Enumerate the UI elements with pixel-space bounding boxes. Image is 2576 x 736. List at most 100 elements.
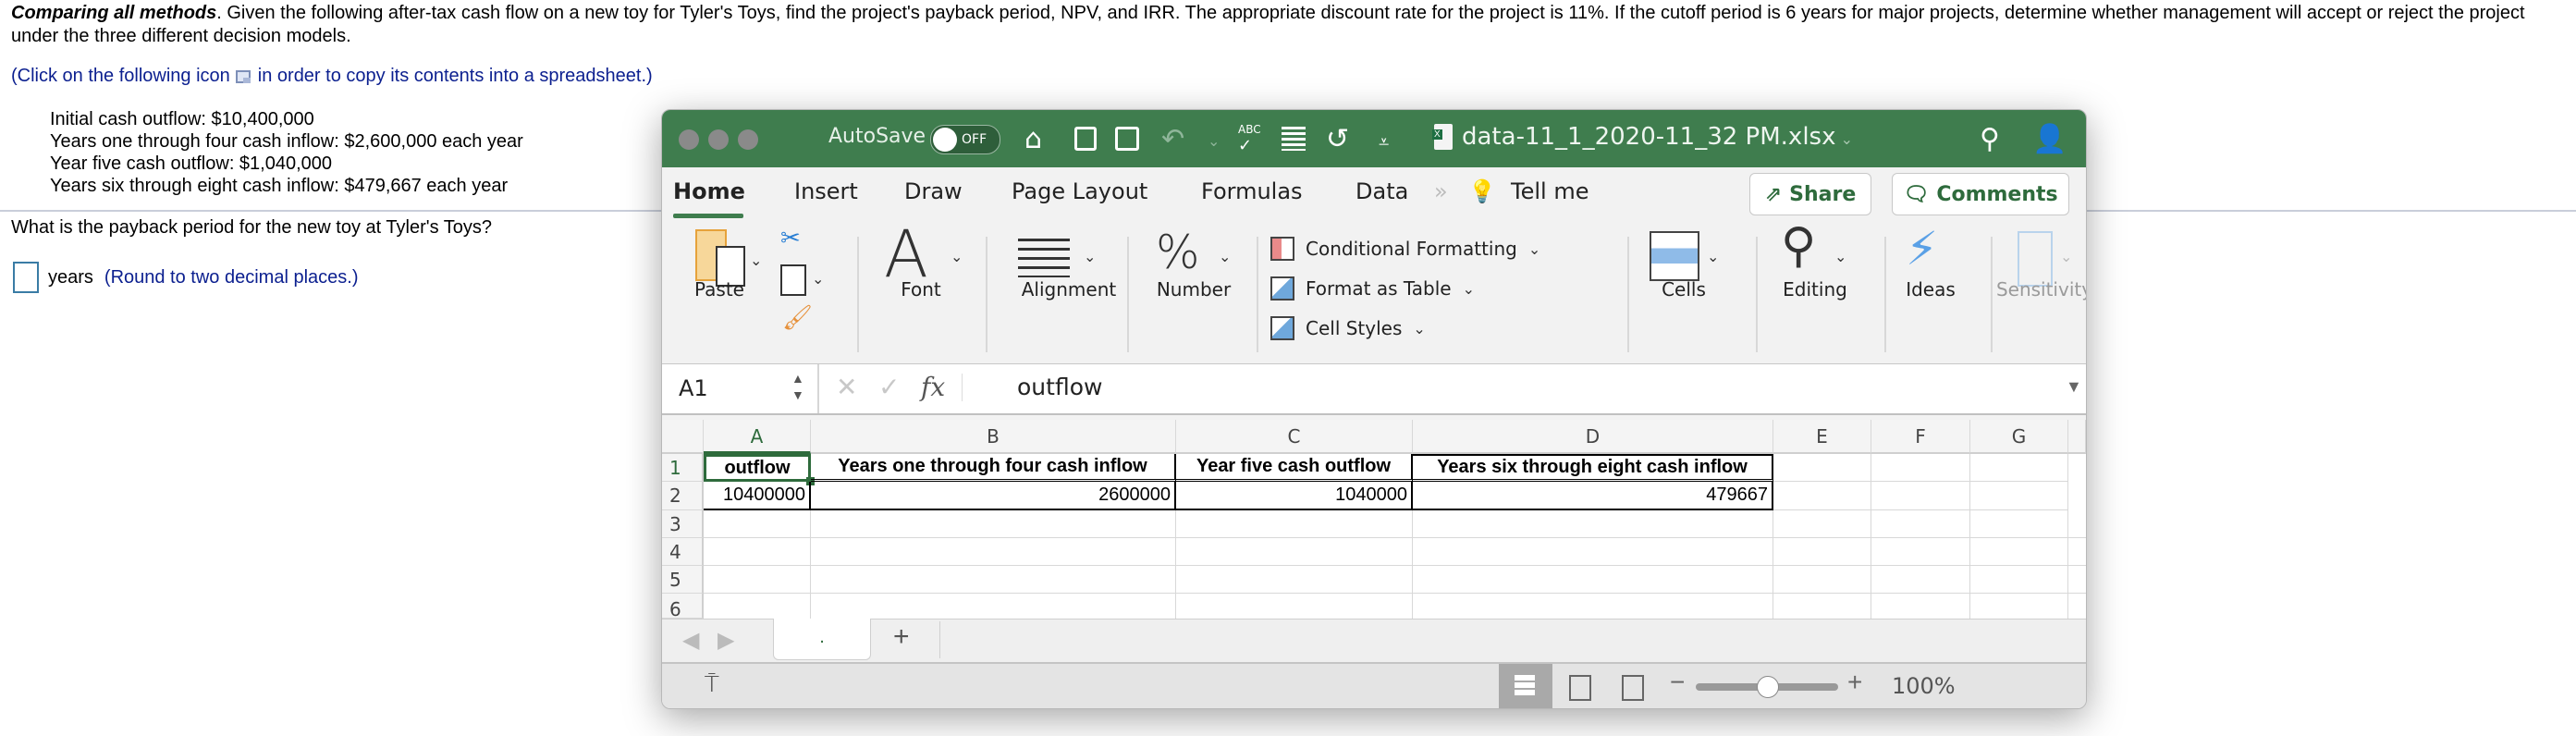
- cell-f1[interactable]: [1871, 454, 1970, 482]
- maximize-window-button[interactable]: [738, 129, 758, 150]
- tab-insert[interactable]: Insert: [794, 178, 858, 204]
- page-break-view-icon[interactable]: [1622, 675, 1644, 701]
- cell-d2[interactable]: 479667: [1413, 482, 1773, 510]
- tab-data[interactable]: Data: [1355, 178, 1408, 204]
- number-dropdown-icon[interactable]: ⌄: [1219, 248, 1231, 265]
- empty-cells-area[interactable]: [704, 510, 2086, 619]
- column-header-h[interactable]: [2068, 420, 2086, 454]
- function-icon[interactable]: fx: [921, 372, 945, 402]
- tab-formulas[interactable]: Formulas: [1201, 178, 1303, 204]
- redo-icon[interactable]: ↺: [1326, 123, 1349, 155]
- undo-icon[interactable]: ↶: [1161, 123, 1184, 155]
- close-window-button[interactable]: [679, 129, 699, 150]
- column-header-b[interactable]: B: [811, 420, 1176, 454]
- file-name[interactable]: data-11_1_2020-11_32 PM.xlsx ⌄: [1462, 123, 1853, 151]
- column-header-e[interactable]: E: [1773, 420, 1871, 454]
- ideas-label: Ideas: [1906, 278, 1956, 301]
- zoom-out-button[interactable]: −: [1670, 668, 1685, 697]
- paste-dropdown-icon[interactable]: ⌄: [750, 251, 762, 269]
- alignment-dropdown-icon[interactable]: ⌄: [1084, 248, 1096, 265]
- select-all-corner[interactable]: [662, 420, 704, 454]
- edit-icon[interactable]: [1115, 127, 1139, 151]
- separator: [857, 237, 859, 352]
- column-header-a[interactable]: A: [704, 420, 811, 454]
- spelling-icon[interactable]: ABC ✓: [1238, 123, 1261, 155]
- cell-d1[interactable]: Years six through eight cash inflow: [1413, 454, 1773, 482]
- editing-magnifier-icon[interactable]: ⚲: [1781, 218, 1816, 274]
- account-icon[interactable]: 👤: [2032, 123, 2067, 155]
- column-header-d[interactable]: D: [1413, 420, 1773, 454]
- autosave-toggle[interactable]: OFF: [930, 125, 1000, 154]
- conditional-formatting-button[interactable]: Conditional Formatting ⌄: [1270, 237, 1540, 261]
- column-header-f[interactable]: F: [1871, 420, 1970, 454]
- cancel-icon[interactable]: ✕: [836, 372, 857, 402]
- home-icon[interactable]: ⌂: [1024, 123, 1042, 155]
- normal-view-button[interactable]: [1499, 664, 1552, 708]
- cell-g2[interactable]: [1970, 482, 2068, 510]
- copy-to-spreadsheet-icon[interactable]: [235, 69, 251, 83]
- cell-g1[interactable]: [1970, 454, 2068, 482]
- font-dropdown-icon[interactable]: ⌄: [951, 248, 963, 265]
- format-painter-icon[interactable]: 🖌: [782, 303, 813, 332]
- editing-dropdown-icon[interactable]: ⌄: [1834, 248, 1846, 265]
- copy-dropdown-icon[interactable]: ⌄: [812, 270, 824, 288]
- tab-draw[interactable]: Draw: [904, 178, 963, 204]
- cells-icon[interactable]: [1650, 231, 1699, 281]
- row-header-1[interactable]: 1: [662, 454, 704, 482]
- comments-button[interactable]: 🗨 Comments: [1892, 173, 2069, 215]
- ideas-lightning-icon[interactable]: ⚡: [1906, 222, 1938, 276]
- cell-styles-button[interactable]: Cell Styles ⌄: [1270, 316, 1426, 340]
- tab-home[interactable]: Home: [673, 178, 745, 204]
- column-header-g[interactable]: G: [1970, 420, 2068, 454]
- page-layout-view-icon[interactable]: [1569, 675, 1591, 701]
- minimize-window-button[interactable]: [708, 129, 729, 150]
- expand-formula-bar-icon[interactable]: ▼: [2066, 377, 2082, 397]
- search-icon[interactable]: ⚲: [1980, 123, 2000, 155]
- cell-e1[interactable]: [1773, 454, 1871, 482]
- cell-b1[interactable]: Years one through four cash inflow: [811, 454, 1176, 482]
- sheet-tab-bar: ◀ ▶ . +: [662, 619, 2086, 663]
- cells-dropdown-icon[interactable]: ⌄: [1707, 248, 1719, 265]
- cell-a1[interactable]: outflow: [704, 454, 811, 482]
- share-button[interactable]: ⇗ Share: [1749, 173, 1871, 215]
- formula-input[interactable]: outflow: [1017, 374, 1102, 400]
- sheet-tab[interactable]: .: [773, 619, 871, 660]
- payback-answer-input[interactable]: [13, 262, 39, 293]
- row-header-2[interactable]: 2: [662, 482, 704, 510]
- column-header-c[interactable]: C: [1176, 420, 1413, 454]
- next-sheet-icon[interactable]: ▶: [718, 627, 734, 654]
- cell-c2[interactable]: 1040000: [1176, 482, 1413, 510]
- save-icon[interactable]: [1074, 127, 1097, 151]
- format-as-table-button[interactable]: Format as Table ⌄: [1270, 276, 1475, 301]
- enter-icon[interactable]: ✓: [878, 372, 900, 402]
- name-box-stepper-icon[interactable]: ▲ ▼: [791, 370, 804, 403]
- cell-e2[interactable]: [1773, 482, 1871, 510]
- customize-toolbar-icon[interactable]: ⩡: [1379, 130, 1389, 153]
- macro-recorder-icon[interactable]: ⍑: [705, 669, 719, 699]
- cell-f2[interactable]: [1871, 482, 1970, 510]
- previous-sheet-icon[interactable]: ◀: [682, 627, 699, 654]
- tell-me-search[interactable]: Tell me: [1511, 178, 1589, 204]
- cut-icon[interactable]: ✂: [780, 224, 801, 252]
- cell-b2[interactable]: 2600000: [811, 482, 1176, 510]
- row-header-4[interactable]: 4: [662, 538, 704, 566]
- number-format-icon[interactable]: %: [1156, 226, 1200, 279]
- name-box[interactable]: A1 ▲ ▼: [662, 364, 819, 413]
- row-header-5[interactable]: 5: [662, 566, 704, 594]
- zoom-slider-thumb[interactable]: [1757, 676, 1779, 698]
- tab-page-layout[interactable]: Page Layout: [1012, 178, 1147, 204]
- more-tabs-icon[interactable]: »: [1434, 178, 1448, 204]
- row-header-6[interactable]: 6: [662, 594, 704, 620]
- row-header-3[interactable]: 3: [662, 510, 704, 538]
- copy-icon[interactable]: [780, 264, 806, 296]
- autosave-state: OFF: [962, 132, 987, 147]
- status-bar: ⍑ − + 100%: [662, 662, 2086, 708]
- add-sheet-button[interactable]: +: [893, 621, 910, 653]
- fact-item: Initial cash outflow: $10,400,000: [50, 109, 314, 129]
- alignment-icon[interactable]: [1018, 239, 1070, 277]
- zoom-in-button[interactable]: +: [1847, 668, 1862, 697]
- undo-dropdown-icon[interactable]: ⌄: [1208, 132, 1220, 150]
- cell-a2[interactable]: 10400000: [704, 482, 811, 510]
- form-icon[interactable]: [1282, 127, 1306, 151]
- cell-c1[interactable]: Year five cash outflow: [1176, 454, 1413, 482]
